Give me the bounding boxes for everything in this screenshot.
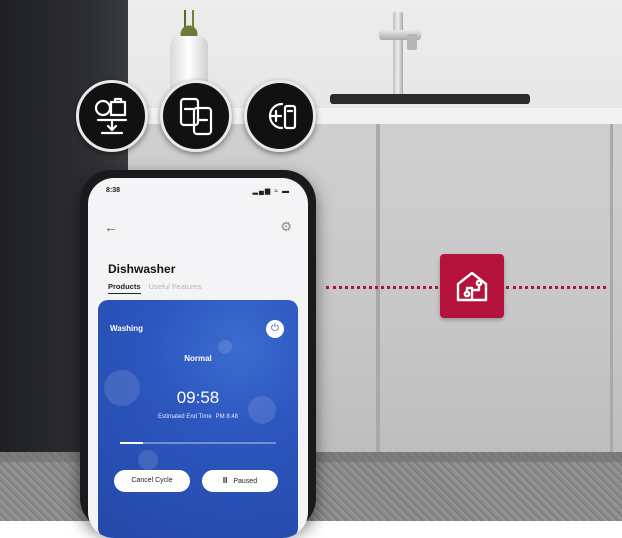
page-title: Dishwasher [108,262,176,276]
cabinet-door [613,124,622,454]
faucet-head [407,34,417,50]
estimated-end-time: Estimated End Time PM 8:48 [98,414,298,420]
progress-bar [120,442,276,444]
add-device-icon [244,80,316,152]
back-arrow-icon[interactable]: ← [104,220,118,234]
wash-course: Normal [184,354,212,363]
bubble-decoration [138,450,158,470]
cancel-cycle-button[interactable]: Cancel Cycle [114,470,190,492]
remaining-time: 09:58 [176,388,220,407]
feature-icons [76,78,326,158]
status-time: 8:38 [106,187,121,194]
wash-status-label: Washing [110,324,144,333]
bubble-decoration [218,340,232,354]
settings-gear-icon[interactable]: ⚙ [280,220,292,234]
smartphone-sync-icon [160,80,232,152]
pause-icon: II [222,476,228,485]
faucet [393,12,403,96]
wash-status-card: Washing ⏻ Normal 09:58 Estimated End Tim… [98,300,298,538]
end-time-value: PM 8:48 [215,414,239,420]
connection-line [506,286,606,289]
smart-home-icon [440,254,504,318]
end-time-label: Estimated End Time [157,414,212,420]
power-icon[interactable]: ⏻ [266,320,284,338]
smartphone: 8:38 ▂▄▆ ≈ ▬ ← ⚙ Dishwasher Products Use… [80,170,316,538]
pause-button-label: Paused [233,478,258,485]
sink [330,94,530,104]
dishwasher-download-icon [76,80,148,152]
status-signal-icons: ▂▄▆ ≈ ▬ [252,188,290,195]
status-bar: 8:38 ▂▄▆ ≈ ▬ [88,178,308,200]
app-screen: 8:38 ▂▄▆ ≈ ▬ ← ⚙ Dishwasher Products Use… [88,178,308,538]
tab-bar: Products Useful Features [108,282,208,294]
connection-line [326,286,438,289]
tab-useful-features[interactable]: Useful Features [149,282,202,293]
pause-button[interactable]: II Paused [202,470,278,492]
progress-fill [120,442,144,444]
tab-products[interactable]: Products [108,282,141,294]
